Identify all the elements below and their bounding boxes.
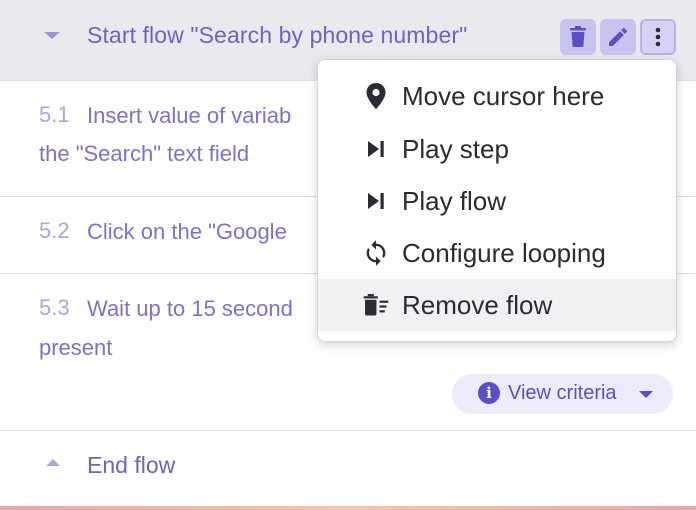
pencil-icon bbox=[609, 27, 627, 46]
step-text: Insert value of variab bbox=[87, 103, 292, 128]
more-options-button[interactable] bbox=[640, 19, 676, 55]
info-icon: i bbox=[478, 382, 500, 404]
more-vertical-icon bbox=[655, 27, 661, 47]
menu-item-label: Move cursor here bbox=[402, 81, 605, 111]
view-criteria-label: View criteria bbox=[508, 382, 617, 404]
step-number: 5.3 bbox=[39, 295, 70, 320]
end-flow-label: End flow bbox=[87, 452, 176, 478]
end-flow-row[interactable]: End flow bbox=[0, 431, 696, 510]
delete-button[interactable] bbox=[560, 19, 596, 55]
menu-item-play-step[interactable]: Play step bbox=[318, 123, 676, 175]
flow-title: Start flow "Search by phone number" bbox=[87, 22, 468, 48]
step-number: 5.1 bbox=[39, 102, 70, 127]
delete-sweep-icon bbox=[362, 291, 390, 319]
step-text-continued: present bbox=[39, 335, 113, 360]
chevron-up-icon[interactable] bbox=[46, 459, 60, 466]
menu-item-play-flow[interactable]: Play flow bbox=[318, 175, 676, 227]
trash-icon bbox=[570, 26, 586, 47]
edit-button[interactable] bbox=[600, 19, 636, 55]
step-text: Click on the "Google bbox=[87, 219, 287, 244]
menu-item-label: Play step bbox=[402, 134, 509, 164]
bottom-divider bbox=[0, 506, 696, 510]
menu-item-move-cursor[interactable]: Move cursor here bbox=[318, 70, 676, 122]
step-number: 5.2 bbox=[39, 218, 70, 243]
menu-item-label: Configure looping bbox=[402, 238, 606, 268]
step-text-continued: the "Search" text field bbox=[39, 141, 250, 166]
skip-next-icon bbox=[362, 135, 390, 163]
view-criteria-button[interactable]: i View criteria bbox=[452, 374, 673, 414]
step-text: Wait up to 15 second bbox=[87, 296, 293, 321]
menu-item-remove-flow[interactable]: Remove flow bbox=[318, 279, 676, 331]
menu-item-configure-looping[interactable]: Configure looping bbox=[318, 227, 676, 279]
map-pin-icon bbox=[362, 82, 390, 110]
chevron-down-icon[interactable] bbox=[44, 32, 60, 39]
loop-icon bbox=[362, 239, 390, 267]
context-menu: Move cursor here Play step Play flow Con… bbox=[317, 59, 677, 342]
menu-item-label: Remove flow bbox=[402, 290, 553, 320]
menu-item-label: Play flow bbox=[402, 186, 507, 216]
caret-down-icon bbox=[639, 391, 653, 398]
skip-next-icon bbox=[362, 187, 390, 215]
